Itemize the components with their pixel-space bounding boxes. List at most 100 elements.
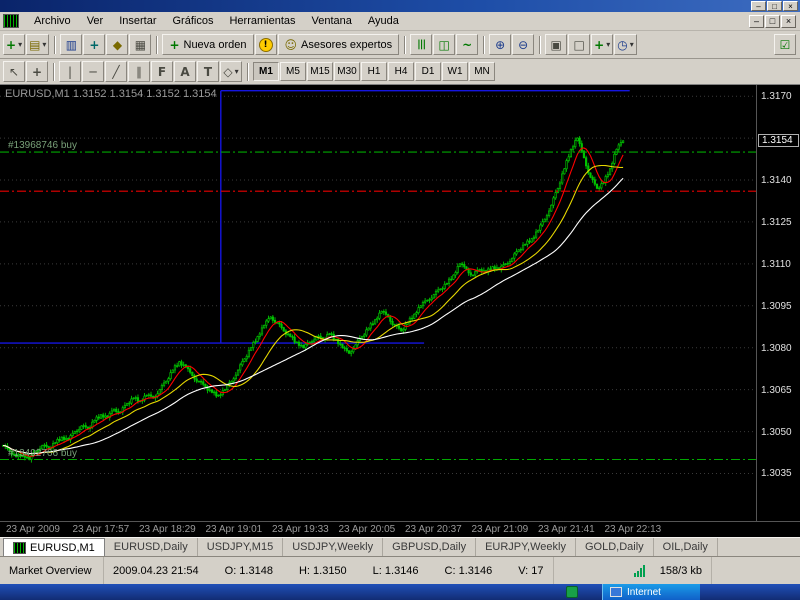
zoom-in-button[interactable]: ⊕: [489, 34, 511, 55]
tab-label: USDJPY,M15: [207, 541, 273, 553]
time-tick-label: 23 Apr 22:13: [605, 524, 662, 535]
tab-eurusd-daily[interactable]: EURUSD,Daily: [105, 538, 198, 556]
menu-ver[interactable]: Ver: [79, 13, 112, 29]
candlestick-icon: ◫: [438, 39, 449, 51]
toolbar-separator: [54, 36, 56, 54]
crosshair-tool-button[interactable]: +: [26, 61, 48, 82]
new-chart-button[interactable]: + ▾: [3, 34, 25, 55]
time-tick-label: 23 Apr 19:33: [272, 524, 329, 535]
autotrading-button[interactable]: ☑: [774, 34, 796, 55]
menu-ventana[interactable]: Ventana: [304, 13, 360, 29]
zoom-out-button[interactable]: ⊖: [512, 34, 534, 55]
tab-usdjpy-m15[interactable]: USDJPY,M15: [198, 538, 283, 556]
plus-icon: +: [169, 39, 179, 51]
fibonacci-tool-button[interactable]: F: [151, 61, 173, 82]
channel-tool-button[interactable]: ∥: [128, 61, 150, 82]
tray-shield-icon[interactable]: [566, 586, 578, 598]
vertical-line-tool-button[interactable]: |: [59, 61, 81, 82]
timeframe-m15-button[interactable]: M15: [307, 62, 333, 81]
text-icon: A: [180, 66, 189, 78]
toolbar-separator: [539, 36, 541, 54]
window-maximize-button[interactable]: □: [767, 1, 782, 11]
timeframe-m1-button[interactable]: M1: [253, 62, 279, 81]
status-close: C: 1.3146: [445, 565, 493, 577]
tab-gold-daily[interactable]: GOLD,Daily: [576, 538, 654, 556]
mdi-minimize-button[interactable]: –: [749, 15, 764, 28]
system-tray: Internet: [602, 584, 700, 600]
text-tool-button[interactable]: A: [174, 61, 196, 82]
tab-usdjpy-weekly[interactable]: USDJPY,Weekly: [283, 538, 383, 556]
menu-insertar[interactable]: Insertar: [111, 13, 164, 29]
status-empty-segment: [712, 557, 800, 584]
horizontal-line-tool-button[interactable]: ─: [82, 61, 104, 82]
periods-button[interactable]: ◷ ▾: [614, 34, 637, 55]
timeframe-w1-button[interactable]: W1: [442, 62, 468, 81]
windows-taskbar: Internet: [0, 584, 800, 600]
tab-eurjpy-weekly[interactable]: EURJPY,Weekly: [476, 538, 576, 556]
timeframe-m30-button[interactable]: M30: [334, 62, 360, 81]
tab-eurusd-m1[interactable]: EURUSD,M1: [3, 538, 105, 556]
chevron-down-icon: ▾: [235, 67, 239, 76]
terminal-button[interactable]: ▦: [129, 34, 151, 55]
cursor-tool-button[interactable]: ↖: [3, 61, 25, 82]
internet-connection-icon[interactable]: [610, 587, 622, 597]
time-tick-label: 23 Apr 2009: [6, 524, 60, 535]
navigator-button[interactable]: ◆: [106, 34, 128, 55]
chevron-down-icon: ▾: [18, 40, 22, 49]
zoom-out-icon: ⊖: [518, 39, 528, 51]
connection-bars-icon: [628, 565, 651, 577]
window-minimize-button[interactable]: –: [751, 1, 766, 11]
price-tick-label: 1.3080: [761, 343, 792, 354]
new-order-button[interactable]: + Nueva orden: [162, 34, 253, 55]
price-tick-label: 1.3140: [761, 175, 792, 186]
chevron-down-icon: ▾: [630, 40, 634, 49]
status-datetime: 2009.04.23 21:54: [113, 565, 199, 577]
line-chart-button[interactable]: ~: [456, 34, 478, 55]
status-bar: Market Overview 2009.04.23 21:54 O: 1.31…: [0, 556, 800, 584]
mdi-close-button[interactable]: ×: [781, 15, 796, 28]
drawing-toolbar: ↖ + | ─ ╱ ∥ F A T ◇ ▾ M1 M5 M15 M30 H1 H…: [0, 59, 800, 85]
menu-archivo[interactable]: Archivo: [26, 13, 79, 29]
bar-chart-button[interactable]: |||: [410, 34, 432, 55]
timeframe-h1-button[interactable]: H1: [361, 62, 387, 81]
chart-window: EURUSD,M1 1.3152 1.3154 1.3152 1.3154 #1…: [0, 85, 800, 537]
tab-label: GBPUSD,Daily: [392, 541, 466, 553]
tab-gbpusd-daily[interactable]: GBPUSD,Daily: [383, 538, 476, 556]
timeframe-mn-button[interactable]: MN: [469, 62, 495, 81]
trendline-tool-button[interactable]: ╱: [105, 61, 127, 82]
time-axis[interactable]: 23 Apr 200923 Apr 17:5723 Apr 18:2923 Ap…: [0, 521, 800, 537]
tab-oil-daily[interactable]: OIL,Daily: [654, 538, 718, 556]
toolbar-separator: [53, 63, 55, 81]
alert-button[interactable]: !: [255, 34, 277, 55]
candlestick-chart-button[interactable]: ◫: [433, 34, 455, 55]
price-axis[interactable]: 1.31701.31401.31251.31101.30951.30801.30…: [756, 85, 800, 521]
shapes-tool-button[interactable]: ◇ ▾: [220, 61, 242, 82]
toolbar-separator: [483, 36, 485, 54]
menu-herramientas[interactable]: Herramientas: [221, 13, 303, 29]
label-tool-button[interactable]: T: [197, 61, 219, 82]
new-chart-icon: +: [6, 39, 16, 51]
expert-advisors-button[interactable]: ☺ Asesores expertos: [278, 34, 400, 55]
cascade-windows-button[interactable]: □: [568, 34, 590, 55]
chart-plot[interactable]: EURUSD,M1 1.3152 1.3154 1.3152 1.3154 #1…: [0, 85, 756, 521]
timeframe-m5-button[interactable]: M5: [280, 62, 306, 81]
menu-ayuda[interactable]: Ayuda: [360, 13, 407, 29]
indicators-button[interactable]: + ▾: [591, 34, 613, 55]
ohlc-info-line: EURUSD,M1 1.3152 1.3154 1.3152 1.3154: [5, 88, 217, 100]
timeframe-d1-button[interactable]: D1: [415, 62, 441, 81]
window-close-button[interactable]: ×: [783, 1, 798, 11]
profiles-icon: ▤: [29, 39, 40, 51]
chart-system-icon[interactable]: [3, 14, 19, 28]
data-window-button[interactable]: +: [83, 34, 105, 55]
tab-label: USDJPY,Weekly: [292, 541, 373, 553]
toolbar-separator: [404, 36, 406, 54]
profiles-button[interactable]: ▤ ▾: [26, 34, 49, 55]
tray-label: Internet: [627, 587, 661, 598]
timeframe-h4-button[interactable]: H4: [388, 62, 414, 81]
crosshair-icon: +: [32, 66, 42, 78]
title-bar: – □ ×: [0, 0, 800, 12]
tile-windows-button[interactable]: ▣: [545, 34, 567, 55]
menu-graficos[interactable]: Gráficos: [165, 13, 222, 29]
market-watch-button[interactable]: ▥: [60, 34, 82, 55]
mdi-restore-button[interactable]: □: [765, 15, 780, 28]
